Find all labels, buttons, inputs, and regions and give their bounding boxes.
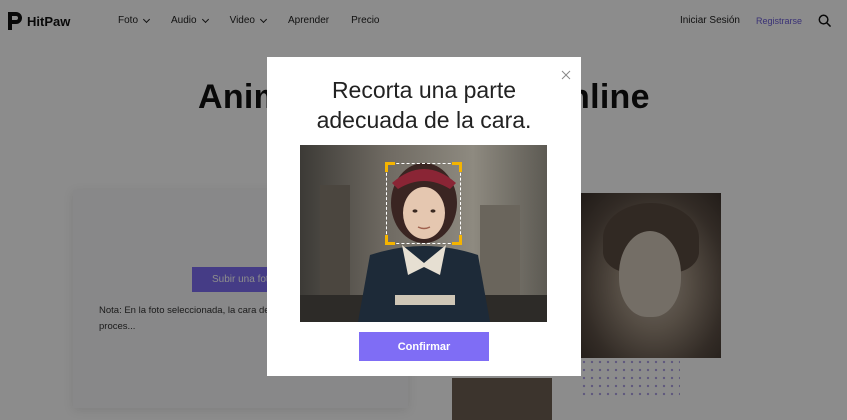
crop-selection-box[interactable] [385,162,462,245]
dialog-title-line1: Recorta una parte [331,77,517,103]
crop-face-dialog: Recorta una parte adecuada de la cara. C… [267,57,581,376]
crop-handle-top-left[interactable] [385,162,395,172]
dialog-title-line2: adecuada de la cara. [316,107,532,133]
dialog-title: Recorta una parte adecuada de la cara. [267,75,581,135]
crop-handle-top-right[interactable] [452,162,462,172]
confirm-button[interactable]: Confirmar [359,332,489,361]
crop-photo[interactable] [300,145,547,322]
crop-handle-bottom-right[interactable] [452,235,462,245]
crop-handle-bottom-left[interactable] [385,235,395,245]
